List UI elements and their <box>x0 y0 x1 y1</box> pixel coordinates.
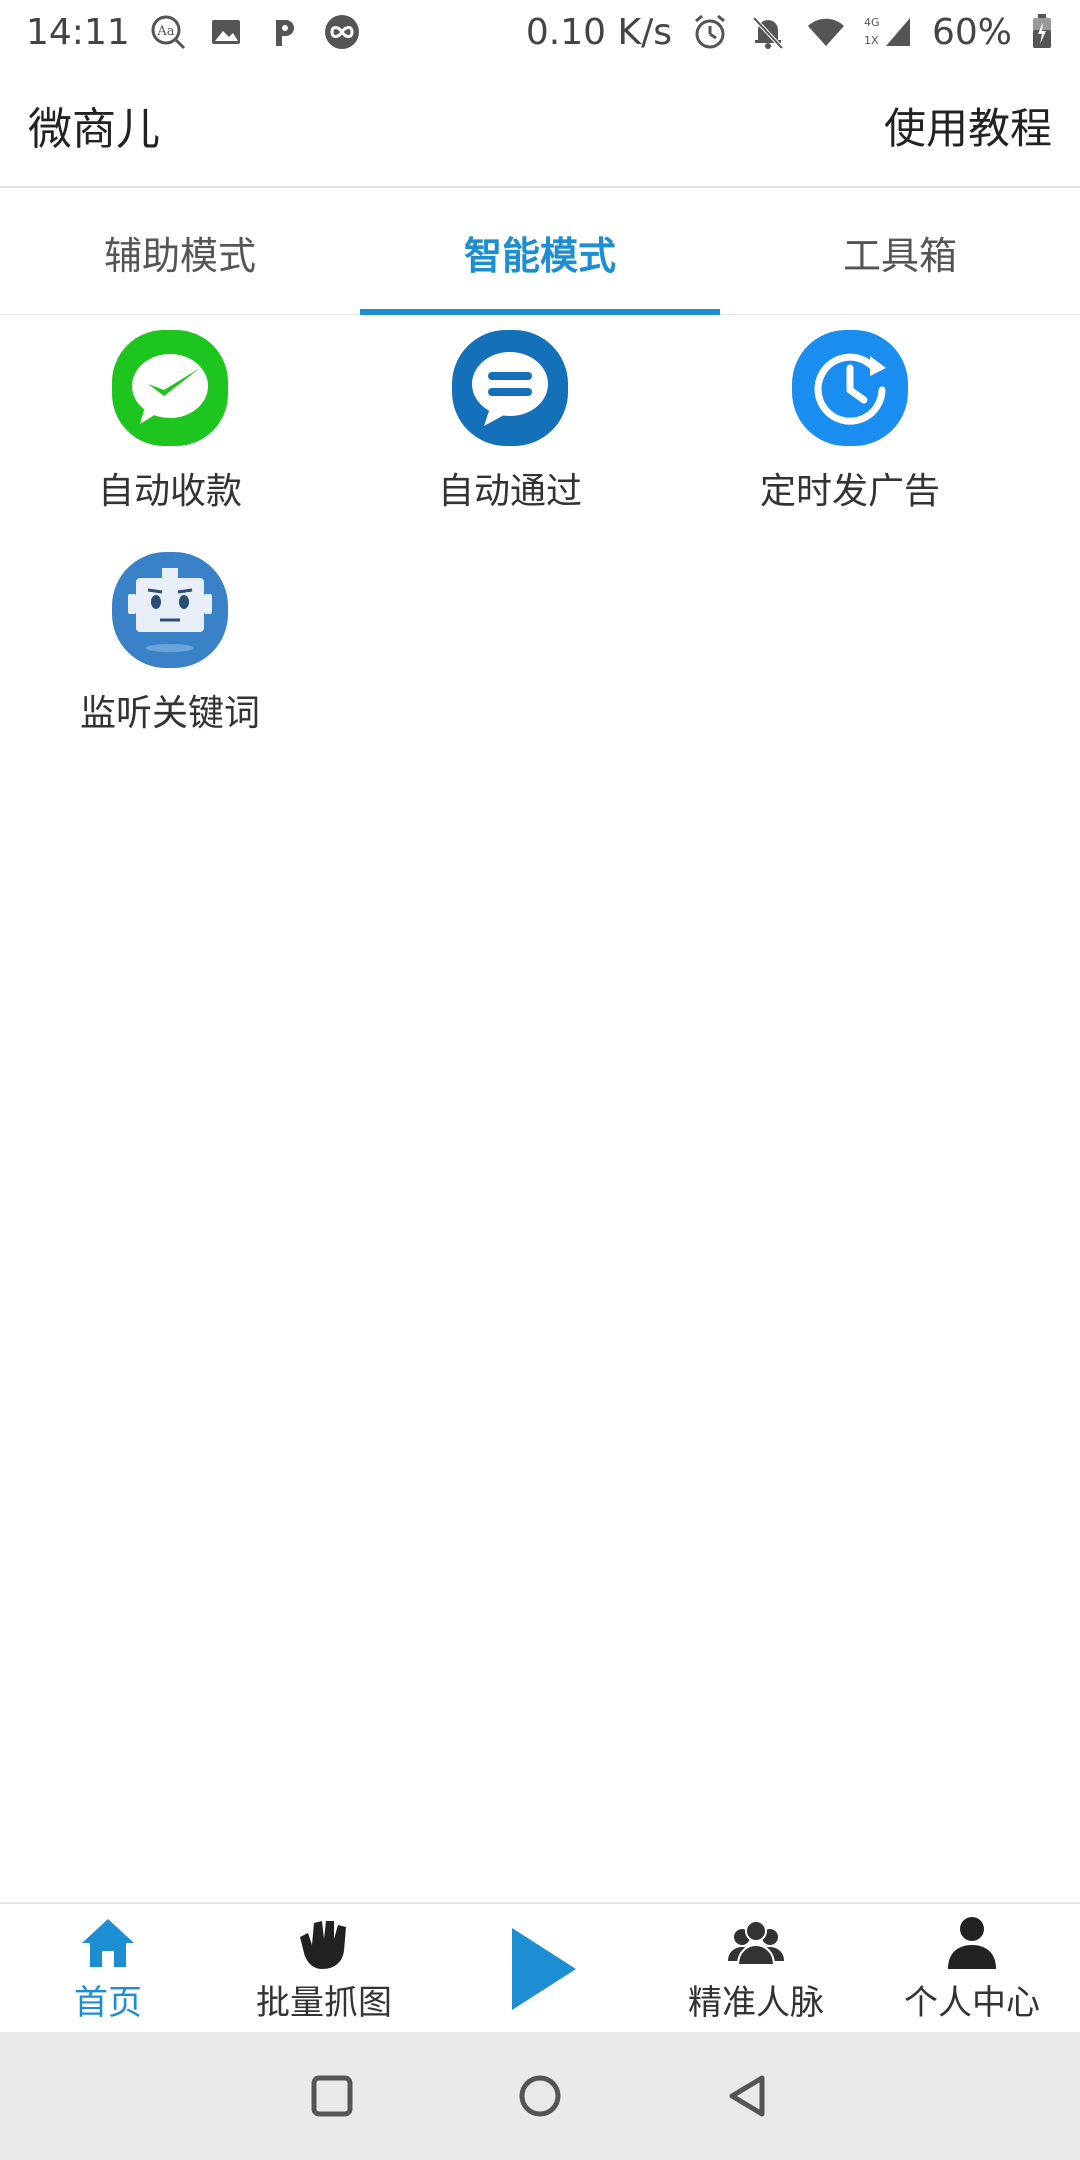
feature-label: 定时发广告 <box>759 471 940 512</box>
status-right: 0.10 K/s 4G 1X 60% <box>526 12 1054 53</box>
tutorial-button[interactable]: 使用教程 <box>884 95 1052 156</box>
signal-icon: 4G 1X <box>864 12 914 52</box>
feature-auto-payment[interactable]: 自动收款 <box>0 320 340 542</box>
nav-batch-capture[interactable]: 批量抓图 <box>216 1904 432 2034</box>
chat-bubble-icon <box>452 330 568 446</box>
nav-play[interactable] <box>432 1904 648 2034</box>
nav-precise-contacts[interactable]: 精准人脉 <box>648 1904 864 2034</box>
wechat-pay-icon <box>112 330 228 446</box>
feature-label: 自动通过 <box>437 471 582 512</box>
nav-label: 精准人脉 <box>688 1982 824 2023</box>
gallery-icon <box>206 12 246 52</box>
alarm-icon <box>690 12 730 52</box>
feature-label: 自动收款 <box>97 471 242 512</box>
nav-label: 首页 <box>74 1982 142 2023</box>
home-circle-icon[interactable] <box>516 2072 564 2120</box>
feature-label: 监听关键词 <box>79 693 260 734</box>
hand-icon <box>300 1920 346 1969</box>
group-icon <box>728 1919 784 1966</box>
font-icon: Aa <box>148 12 188 52</box>
feature-row: 自动收款 自动通过 定时发广告 <box>0 320 1080 542</box>
tab-assist-mode[interactable]: 辅助模式 <box>0 190 360 314</box>
mode-tabs: 辅助模式 智能模式 工具箱 <box>0 190 1080 315</box>
feature-scheduled-ads[interactable]: 定时发广告 <box>680 320 1020 542</box>
wifi-icon <box>806 12 846 52</box>
feature-keyword-monitor[interactable]: 监听关键词 <box>0 542 340 764</box>
bottom-nav: 首页 批量抓图 精准人脉 个人中心 <box>0 1902 1080 2034</box>
nav-label: 批量抓图 <box>256 1982 392 2023</box>
bell-off-icon <box>748 12 788 52</box>
status-left: 14:11 Aa <box>26 12 362 53</box>
sim-type: 1X <box>864 34 879 47</box>
home-icon <box>82 1918 134 1967</box>
robot-icon <box>112 552 228 668</box>
infinity-icon <box>322 12 362 52</box>
feature-auto-accept[interactable]: 自动通过 <box>340 320 680 542</box>
network-type: 4G <box>864 16 880 29</box>
nav-label: 个人中心 <box>904 1982 1040 2023</box>
feature-grid: 自动收款 自动通过 定时发广告 监听关键词 <box>0 320 1080 764</box>
tab-smart-mode[interactable]: 智能模式 <box>360 190 720 315</box>
battery-icon <box>1030 12 1054 52</box>
play-icon <box>512 1928 576 2010</box>
nav-home[interactable]: 首页 <box>0 1904 216 2034</box>
net-speed: 0.10 K/s <box>525 11 672 53</box>
back-icon[interactable] <box>724 2072 772 2120</box>
battery-level: 60% <box>931 11 1012 53</box>
system-nav-bar <box>0 2032 1080 2160</box>
status-time: 14:11 <box>26 11 130 53</box>
p-icon <box>264 12 304 52</box>
tab-toolbox[interactable]: 工具箱 <box>720 190 1080 314</box>
nav-personal-center[interactable]: 个人中心 <box>864 1904 1080 2034</box>
app-bar: 微商儿 使用教程 <box>0 64 1080 188</box>
svg-text:Aa: Aa <box>156 24 174 39</box>
feature-row: 监听关键词 <box>0 542 1080 764</box>
user-icon <box>948 1916 996 1969</box>
status-bar: 14:11 Aa 0.10 K/s 4G 1X 60% <box>0 0 1080 64</box>
recents-icon[interactable] <box>308 2072 356 2120</box>
clock-icon <box>792 330 908 446</box>
app-title: 微商儿 <box>28 104 160 155</box>
